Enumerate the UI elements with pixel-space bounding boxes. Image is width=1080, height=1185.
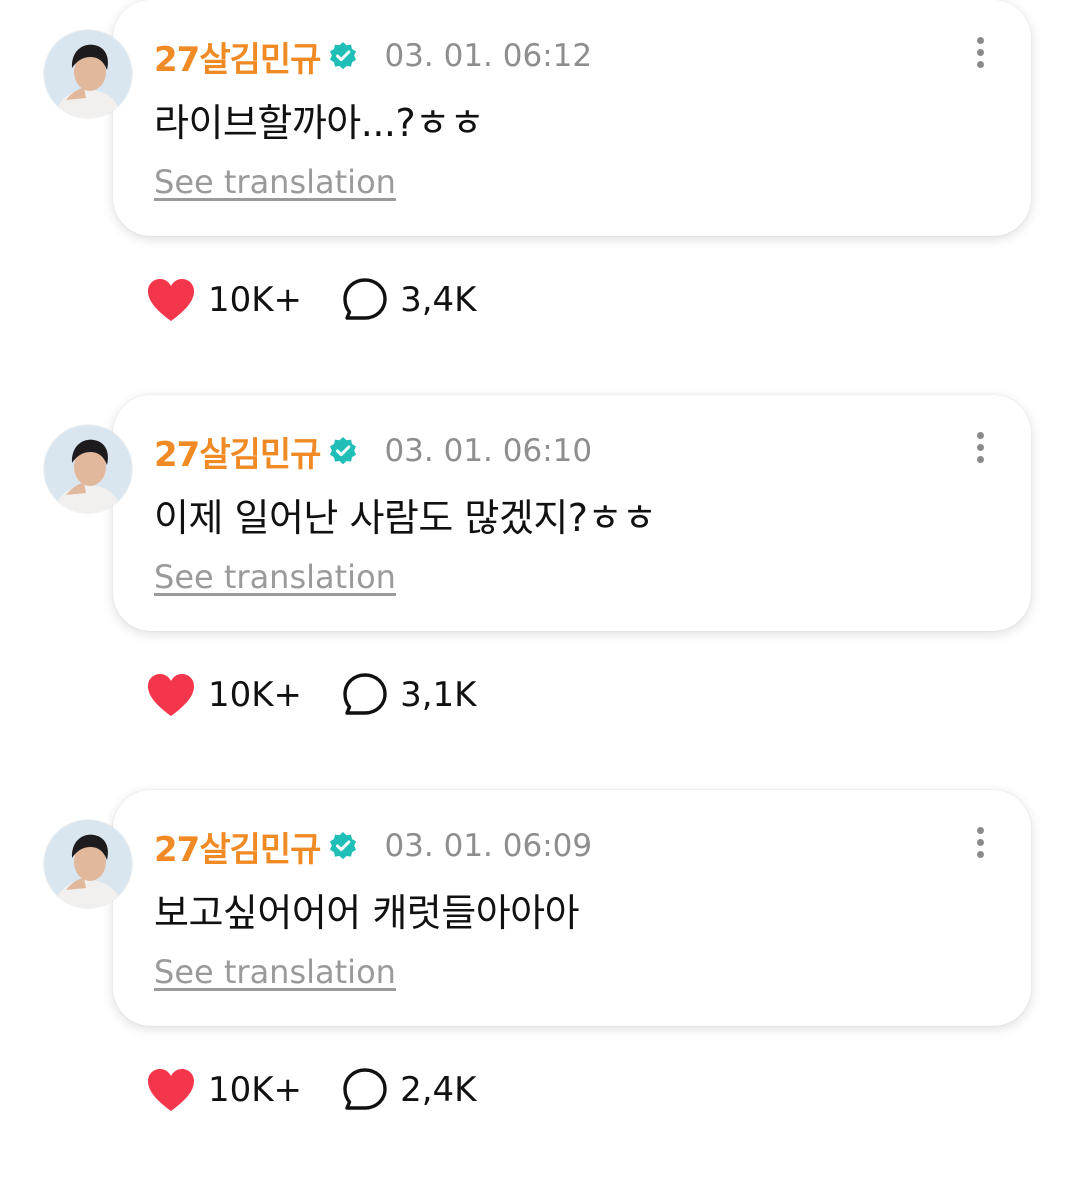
heart-icon[interactable] [146,1067,196,1113]
post-header: 27살김민규 03. 01. 06:10 [154,427,593,476]
verified-badge-icon [328,41,358,71]
comment-count: 2,4K [400,1070,477,1110]
comment-bubble-icon[interactable] [342,672,388,718]
post-item: 27살김민규 03. 01. 06:12 라이브할까아...?ㅎㅎ See tr… [0,0,1080,395]
post-text: 이제 일어난 사람도 많겠지?ㅎㅎ [154,496,657,540]
post-text: 라이브할까아...?ㅎㅎ [154,101,485,145]
timestamp: 03. 01. 06:09 [384,828,593,864]
verified-badge-icon [328,436,358,466]
more-vertical-icon[interactable] [966,425,994,469]
more-vertical-icon[interactable] [966,30,994,74]
avatar[interactable] [44,30,132,118]
heart-icon[interactable] [146,277,196,323]
see-translation-link[interactable]: See translation [154,953,396,991]
comment-bubble-icon[interactable] [342,277,388,323]
verified-badge-icon [328,831,358,861]
comment-count: 3,4K [400,280,477,320]
post-actions: 10K+ 2,4K [146,1062,476,1118]
username[interactable]: 27살김민규 [154,32,321,81]
post-text: 보고싶어어어 캐럿들아아아 [154,891,580,935]
post-item: 27살김민규 03. 01. 06:10 이제 일어난 사람도 많겠지?ㅎㅎ S… [0,395,1080,790]
more-vertical-icon[interactable] [966,820,994,864]
post-actions: 10K+ 3,4K [146,272,476,328]
avatar[interactable] [44,425,132,513]
post-actions: 10K+ 3,1K [146,667,476,723]
timestamp: 03. 01. 06:12 [384,38,593,74]
like-count: 10K+ [208,675,303,715]
comment-count: 3,1K [400,675,477,715]
post-item: 27살김민규 03. 01. 06:09 보고싶어어어 캐럿들아아아 See t… [0,790,1080,1185]
username[interactable]: 27살김민규 [154,427,321,476]
like-count: 10K+ [208,280,303,320]
heart-icon[interactable] [146,672,196,718]
comment-bubble-icon[interactable] [342,1067,388,1113]
post-header: 27살김민규 03. 01. 06:12 [154,32,593,81]
see-translation-link[interactable]: See translation [154,163,396,201]
avatar[interactable] [44,820,132,908]
post-header: 27살김민규 03. 01. 06:09 [154,822,593,871]
timestamp: 03. 01. 06:10 [384,433,593,469]
username[interactable]: 27살김민규 [154,822,321,871]
like-count: 10K+ [208,1070,303,1110]
see-translation-link[interactable]: See translation [154,558,396,596]
